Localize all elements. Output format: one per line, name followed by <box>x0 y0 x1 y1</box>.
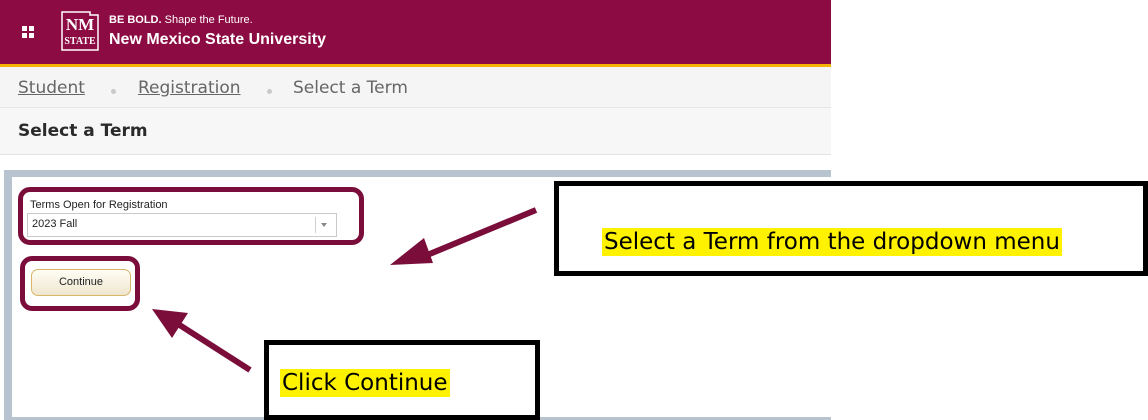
arrow-to-dropdown <box>390 207 538 265</box>
arrow-to-continue <box>152 309 252 373</box>
annotation-arrows <box>152 207 538 373</box>
